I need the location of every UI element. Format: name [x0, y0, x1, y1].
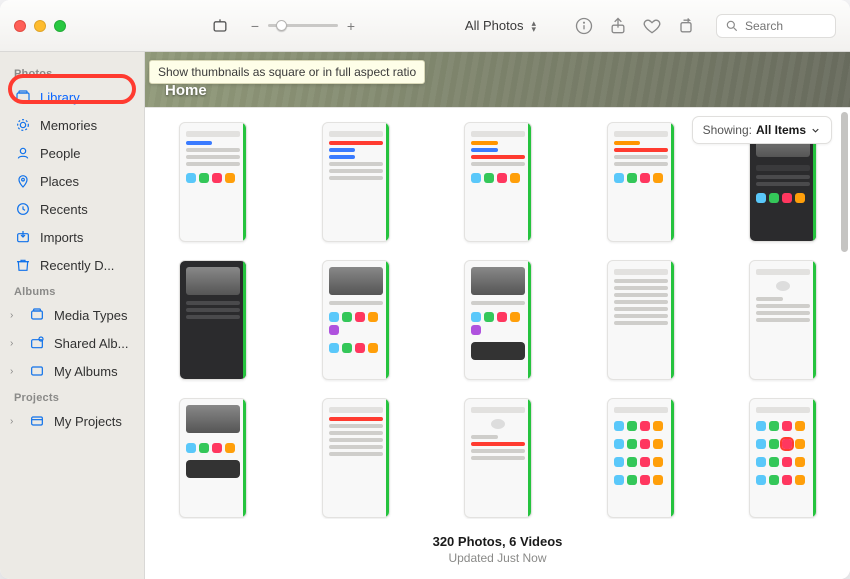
- scrollbar-thumb[interactable]: [841, 112, 848, 252]
- sidebar-item-label: Recents: [40, 202, 88, 217]
- thumbnail-grid-wrap: [145, 108, 850, 519]
- photo-thumbnail[interactable]: [322, 398, 390, 518]
- chevron-down-icon: [810, 125, 821, 136]
- trash-icon: [14, 256, 32, 274]
- recents-icon: [14, 200, 32, 218]
- chevron-right-icon: ›: [10, 416, 20, 427]
- thumbnail-grid: [179, 122, 828, 518]
- library-icon: [14, 88, 32, 106]
- favorite-icon[interactable]: [642, 16, 662, 36]
- sidebar-item-people[interactable]: People: [6, 140, 138, 166]
- search-input[interactable]: [745, 19, 825, 33]
- sidebar-item-recents[interactable]: Recents: [6, 196, 138, 222]
- sidebar-item-my-projects[interactable]: › My Projects: [6, 408, 138, 434]
- window-body: Photos Library Memories People Places Re…: [0, 52, 850, 579]
- aspect-ratio-tooltip: Show thumbnails as square or in full asp…: [149, 60, 425, 84]
- sidebar-item-label: Places: [40, 174, 79, 189]
- aspect-ratio-icon: [210, 16, 230, 36]
- vertical-scrollbar[interactable]: [840, 112, 848, 515]
- sidebar-section-projects: Projects: [6, 386, 138, 406]
- sidebar-item-label: Recently D...: [40, 258, 114, 273]
- hero-location: Home: [165, 82, 263, 99]
- zoom-out-icon: −: [248, 18, 262, 34]
- sidebar-section-albums: Albums: [6, 280, 138, 300]
- close-window-button[interactable]: [14, 20, 26, 32]
- photo-thumbnail[interactable]: [749, 260, 817, 380]
- search-icon: [725, 19, 739, 33]
- content-area: Apr 20, 2021 Home Showing: All Items: [145, 52, 850, 579]
- chevron-right-icon: ›: [10, 310, 20, 321]
- info-icon[interactable]: [574, 16, 594, 36]
- zoom-knob[interactable]: [276, 20, 287, 31]
- chevron-updown-icon: ▴▾: [531, 20, 536, 32]
- photos-app-window: − + All Photos ▴▾ Show thumbnails as squ…: [0, 0, 850, 579]
- sidebar-item-label: Memories: [40, 118, 97, 133]
- memories-icon: [14, 116, 32, 134]
- sidebar-item-label: My Albums: [54, 364, 118, 379]
- media-types-icon: [28, 306, 46, 324]
- sidebar-item-library[interactable]: Library: [6, 84, 138, 110]
- photo-thumbnail[interactable]: [179, 122, 247, 242]
- share-icon[interactable]: [608, 16, 628, 36]
- sidebar-item-media-types[interactable]: › Media Types: [6, 302, 138, 328]
- minimize-window-button[interactable]: [34, 20, 46, 32]
- sidebar-item-label: Library: [40, 90, 80, 105]
- maximize-window-button[interactable]: [54, 20, 66, 32]
- sidebar-item-label: People: [40, 146, 80, 161]
- sidebar-item-recently-deleted[interactable]: Recently D...: [6, 252, 138, 278]
- rotate-icon[interactable]: [676, 16, 696, 36]
- showing-value: All Items: [756, 123, 806, 137]
- photo-thumbnail[interactable]: [464, 260, 532, 380]
- showing-prefix: Showing:: [703, 123, 752, 137]
- chevron-right-icon: ›: [10, 338, 20, 349]
- sidebar-item-places[interactable]: Places: [6, 168, 138, 194]
- window-controls: [14, 20, 66, 32]
- sidebar-item-label: Imports: [40, 230, 83, 245]
- sidebar-item-memories[interactable]: Memories: [6, 112, 138, 138]
- photo-thumbnail[interactable]: [607, 122, 675, 242]
- imports-icon: [14, 228, 32, 246]
- sidebar-item-label: My Projects: [54, 414, 122, 429]
- sidebar: Photos Library Memories People Places Re…: [0, 52, 145, 579]
- sidebar-item-shared-albums[interactable]: › Shared Alb...: [6, 330, 138, 356]
- titlebar: − + All Photos ▴▾: [0, 0, 850, 52]
- places-icon: [14, 172, 32, 190]
- status-footer: 320 Photos, 6 Videos Updated Just Now: [145, 519, 850, 579]
- shared-albums-icon: [28, 334, 46, 352]
- zoom-in-icon: +: [344, 18, 358, 34]
- chevron-right-icon: ›: [10, 366, 20, 377]
- sidebar-item-label: Shared Alb...: [54, 336, 128, 351]
- photo-thumbnail[interactable]: [607, 260, 675, 380]
- zoom-track[interactable]: [268, 24, 338, 27]
- showing-filter-pill[interactable]: Showing: All Items: [692, 116, 832, 144]
- photo-thumbnail[interactable]: [464, 398, 532, 518]
- sidebar-item-imports[interactable]: Imports: [6, 224, 138, 250]
- photo-thumbnail[interactable]: [179, 398, 247, 518]
- projects-icon: [28, 412, 46, 430]
- photo-thumbnail[interactable]: [749, 398, 817, 518]
- thumbnail-zoom-slider[interactable]: − +: [248, 18, 358, 34]
- photo-thumbnail[interactable]: [322, 122, 390, 242]
- sidebar-item-my-albums[interactable]: › My Albums: [6, 358, 138, 384]
- sidebar-item-label: Media Types: [54, 308, 127, 323]
- aspect-ratio-toggle[interactable]: [210, 16, 230, 36]
- photo-thumbnail[interactable]: [607, 398, 675, 518]
- library-counts: 320 Photos, 6 Videos: [433, 534, 563, 549]
- sidebar-section-photos: Photos: [6, 62, 138, 82]
- view-filter-popup[interactable]: All Photos ▴▾: [455, 14, 546, 37]
- view-filter-label: All Photos: [465, 18, 524, 33]
- photo-thumbnail[interactable]: [464, 122, 532, 242]
- photo-thumbnail[interactable]: [179, 260, 247, 380]
- library-updated: Updated Just Now: [448, 551, 546, 565]
- people-icon: [14, 144, 32, 162]
- toolbar-action-group: [574, 16, 696, 36]
- search-field[interactable]: [716, 14, 836, 38]
- my-albums-icon: [28, 362, 46, 380]
- photo-thumbnail[interactable]: [322, 260, 390, 380]
